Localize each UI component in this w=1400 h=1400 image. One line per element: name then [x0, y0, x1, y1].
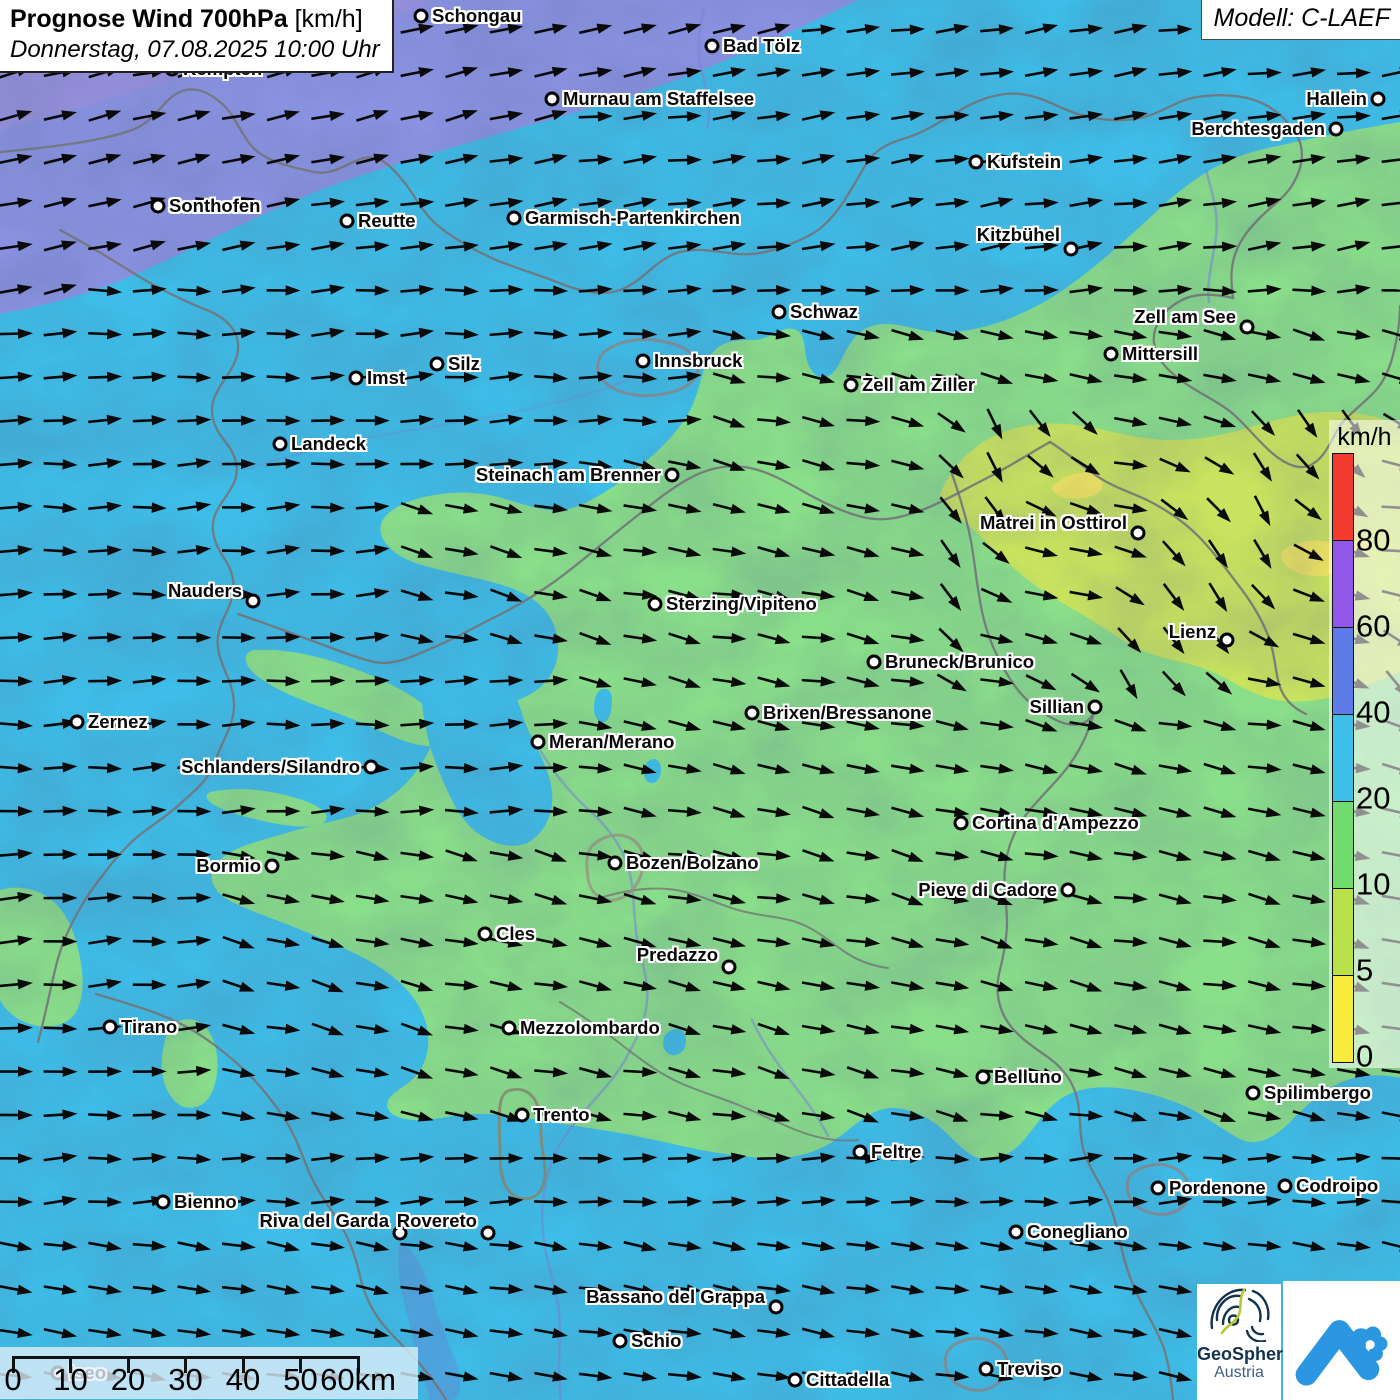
legend-color-bar	[1332, 453, 1354, 1063]
geosphere-logo: GeoSphere Austria	[1197, 1284, 1281, 1400]
terrain-hillshade	[0, 0, 1400, 1400]
scalebar-label-5: 50	[283, 1363, 317, 1397]
legend-tick-5: 5	[1356, 955, 1373, 986]
legend-band-60	[1333, 540, 1353, 627]
geosphere-country: Austria	[1197, 1364, 1281, 1382]
geosphere-contour-icon	[1207, 1284, 1271, 1342]
legend-band-80	[1333, 454, 1353, 540]
legend-tick-60: 60	[1356, 611, 1390, 642]
legend-band-0	[1333, 975, 1353, 1062]
wind-forecast-map	[0, 0, 1400, 1400]
legend-band-5	[1333, 888, 1353, 975]
scalebar-label-3: 30	[168, 1363, 202, 1397]
legend-band-20	[1333, 714, 1353, 801]
legend-tick-20: 20	[1356, 783, 1390, 814]
legend-tick-10: 10	[1356, 869, 1390, 900]
scalebar-label-1: 10	[53, 1363, 87, 1397]
weather-map-page: { "title": { "line1_bold": "Prognose Win…	[0, 0, 1400, 1400]
page-title: Prognose Wind 700hPa [km/h]	[10, 5, 380, 34]
scalebar-label-4: 40	[226, 1363, 260, 1397]
scalebar-label-2: 20	[111, 1363, 145, 1397]
forecast-datetime: Donnerstag, 07.08.2025 10:00 Uhr	[10, 36, 380, 64]
geosphere-name: GeoSphere	[1197, 1345, 1281, 1364]
map-title-box: Prognose Wind 700hPa [km/h] Donnerstag, …	[0, 0, 394, 73]
legend-tick-80: 80	[1356, 525, 1390, 556]
legend-unit-label: km/h	[1329, 423, 1400, 452]
distance-scalebar: 0 10 20 30 40 5060km	[0, 1347, 418, 1399]
legend-band-40	[1333, 627, 1353, 714]
mountain-cloud-icon	[1292, 1291, 1392, 1391]
legend-band-10	[1333, 801, 1353, 888]
scalebar-label-0: 0	[4, 1363, 21, 1397]
partner-logo	[1283, 1281, 1400, 1400]
wind-speed-legend: km/h 806040201050	[1329, 420, 1400, 1068]
legend-tick-40: 40	[1356, 697, 1390, 728]
model-label: Modell: C-LAEF	[1201, 0, 1400, 40]
scalebar-label-6: 60km	[320, 1363, 396, 1397]
title-unit: [km/h]	[288, 5, 363, 33]
legend-tick-0: 0	[1356, 1041, 1373, 1072]
